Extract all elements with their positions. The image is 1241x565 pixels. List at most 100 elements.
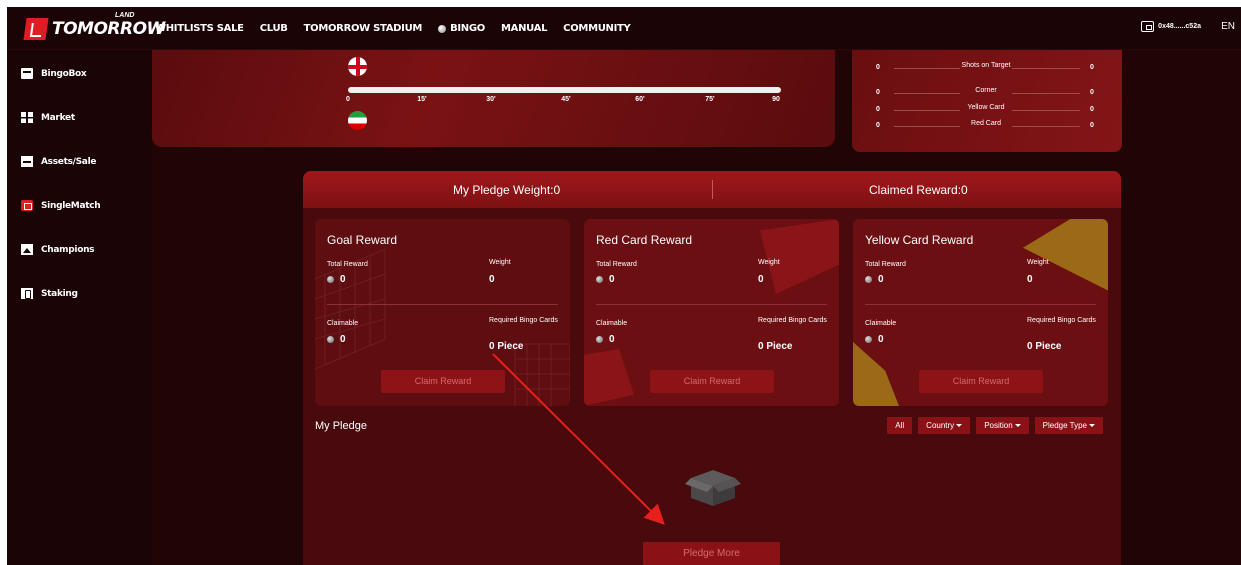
red-card-decoration	[584, 349, 634, 406]
stat-right-value: 0	[1090, 122, 1094, 129]
box-icon	[21, 68, 33, 79]
chevron-down-icon	[1089, 424, 1095, 428]
timeline-tick: 75'	[705, 96, 715, 103]
top-navbar: TOMORROW LAND WHITLISTS SALE CLUB TOMORR…	[7, 7, 1241, 50]
timeline-tick: 45'	[561, 96, 571, 103]
yellow-card-decoration	[853, 342, 899, 406]
staking-icon	[21, 288, 33, 299]
red-card-decoration	[760, 219, 839, 294]
sidebar: BingoBox Market Assets/Sale SingleMatch …	[7, 50, 152, 565]
coin-icon	[596, 335, 603, 343]
card-title: Goal Reward	[327, 233, 398, 247]
claimed-reward: Claimed Reward:0	[869, 183, 968, 197]
timeline-tick: 90	[772, 96, 780, 103]
app-frame: TOMORROW LAND WHITLISTS SALE CLUB TOMORR…	[7, 7, 1241, 565]
claim-reward-button[interactable]: Claim Reward	[650, 370, 774, 393]
claimable-value: 0	[865, 334, 884, 345]
wallet-icon	[1141, 21, 1155, 32]
claim-reward-button[interactable]: Claim Reward	[381, 370, 505, 393]
filter-pledge-type-label: Pledge Type	[1042, 421, 1087, 430]
yellow-card-reward-card: Yellow Card Reward Total Reward 0 Weight…	[853, 219, 1108, 406]
timeline-tick: 0	[346, 96, 350, 103]
brand-sub: LAND	[115, 12, 135, 19]
sidebar-item-staking[interactable]: Staking	[21, 288, 78, 299]
total-reward-amount: 0	[609, 274, 615, 285]
wallet-address: 0x48......c52a	[1158, 23, 1201, 30]
sidebar-item-label: SingleMatch	[41, 200, 101, 211]
nav-manual[interactable]: MANUAL	[501, 23, 547, 34]
filter-position[interactable]: Position	[976, 417, 1029, 434]
stat-bar	[894, 93, 960, 94]
language-selector[interactable]: EN	[1221, 21, 1235, 32]
stat-bar	[1012, 110, 1080, 111]
required-cards-value: 0 Piece	[758, 341, 793, 352]
assets-icon	[21, 156, 33, 167]
empty-box-icon	[685, 470, 741, 506]
total-reward-label: Total Reward	[327, 261, 368, 268]
sidebar-item-label: Assets/Sale	[41, 156, 97, 167]
champions-icon	[21, 244, 33, 255]
filter-country-label: Country	[926, 421, 955, 430]
sidebar-item-singlematch[interactable]: SingleMatch	[21, 200, 101, 211]
claimable-label: Claimable	[327, 320, 359, 327]
sidebar-item-label: Champions	[41, 244, 95, 255]
main-content: 0 15' 30' 45' 60' 75' 90 0 Shots on Targ…	[152, 50, 1241, 565]
nav-bingo[interactable]: BINGO	[438, 23, 485, 34]
total-reward-label: Total Reward	[596, 261, 637, 268]
rewards-header: My Pledge Weight:0 Claimed Reward:0	[303, 171, 1121, 208]
stat-row: 0 Shots on Target 0	[852, 62, 1122, 74]
stat-bar	[894, 126, 960, 127]
filter-country[interactable]: Country	[918, 417, 971, 434]
chevron-down-icon	[1014, 424, 1021, 428]
brand-logo[interactable]: TOMORROW LAND	[23, 12, 165, 42]
sidebar-item-label: Market	[41, 112, 75, 123]
timeline-tick: 60'	[635, 96, 645, 103]
england-flag-icon	[348, 57, 367, 76]
match-timeline-panel: 0 15' 30' 45' 60' 75' 90	[152, 50, 835, 147]
sidebar-item-market[interactable]: Market	[21, 112, 75, 123]
filter-position-label: Position	[984, 421, 1013, 430]
coin-icon	[865, 275, 872, 283]
claimable-value: 0	[596, 334, 615, 345]
weight-label: Weight	[489, 259, 511, 266]
card-divider	[327, 304, 558, 305]
main-nav: WHITLISTS SALE CLUB TOMORROW STADIUM BIN…	[155, 7, 631, 50]
nav-whitelists-sale[interactable]: WHITLISTS SALE	[155, 23, 244, 34]
wallet-button[interactable]: 0x48......c52a	[1141, 21, 1201, 32]
filter-all[interactable]: All	[887, 417, 913, 434]
card-divider	[596, 304, 827, 305]
required-cards-label: Required Bingo Cards	[1027, 317, 1096, 324]
filter-pledge-type[interactable]: Pledge Type	[1034, 417, 1103, 434]
nav-club[interactable]: CLUB	[260, 23, 288, 34]
goal-reward-card: Goal Reward Total Reward 0 Weight 0 Clai…	[315, 219, 570, 406]
coin-icon	[327, 275, 334, 283]
coin-icon	[865, 335, 872, 343]
stat-right-value: 0	[1090, 64, 1094, 71]
sidebar-item-label: Staking	[41, 288, 78, 299]
claimable-label: Claimable	[596, 320, 628, 327]
stat-bar	[1012, 93, 1080, 94]
weight-value: 0	[1027, 274, 1033, 285]
sidebar-item-assets-sale[interactable]: Assets/Sale	[21, 156, 96, 167]
nav-tomorrow-stadium[interactable]: TOMORROW STADIUM	[304, 23, 423, 34]
stat-left-value: 0	[876, 64, 880, 71]
match-stats-panel: 0 Shots on Target 0 0 Corner 0 0 Yellow …	[852, 50, 1122, 152]
header-divider	[712, 180, 713, 199]
stat-label: Yellow Card	[967, 104, 1005, 111]
pledge-weight: My Pledge Weight:0	[453, 183, 561, 197]
total-reward-amount: 0	[878, 274, 884, 285]
stat-bar	[1012, 126, 1080, 127]
coin-icon	[327, 335, 334, 343]
stat-right-value: 0	[1090, 106, 1094, 113]
nav-community[interactable]: COMMUNITY	[563, 23, 631, 34]
required-cards-value: 0 Piece	[1027, 341, 1062, 352]
match-timeline-bar	[348, 87, 781, 93]
pledge-more-button[interactable]: Pledge More	[643, 542, 780, 565]
claim-reward-button[interactable]: Claim Reward	[919, 370, 1043, 393]
weight-value: 0	[758, 274, 764, 285]
brand-name: TOMORROW	[52, 19, 165, 39]
sidebar-item-bingobox[interactable]: BingoBox	[21, 68, 87, 79]
timeline-tick: 30'	[486, 96, 496, 103]
sidebar-item-champions[interactable]: Champions	[21, 244, 95, 255]
card-title: Red Card Reward	[596, 233, 693, 247]
